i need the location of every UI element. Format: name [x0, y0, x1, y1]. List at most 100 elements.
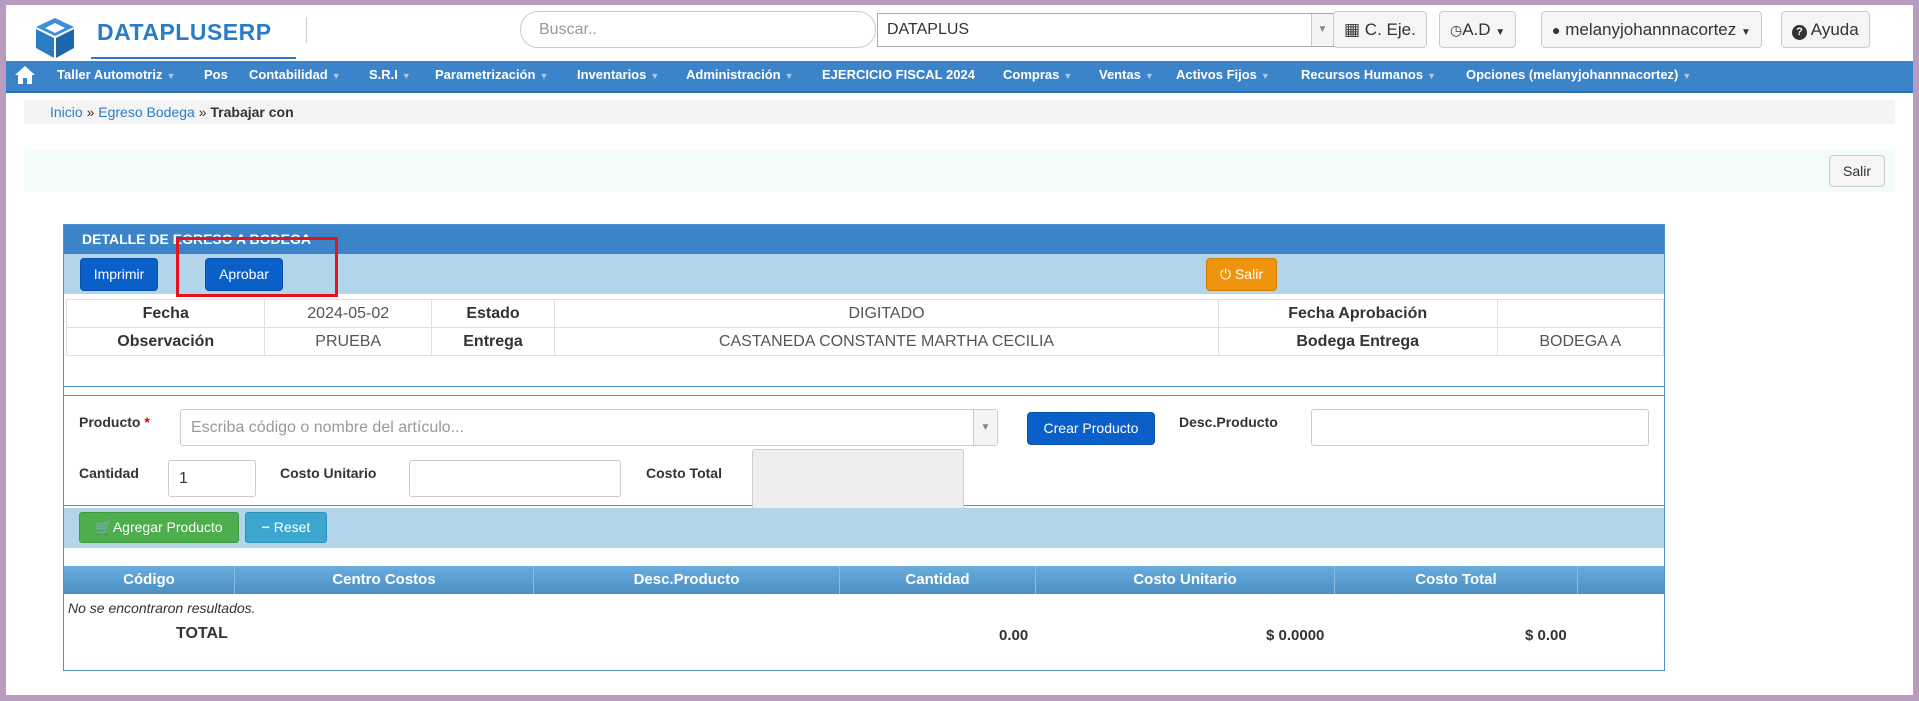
cantidad-label: Cantidad	[79, 465, 139, 481]
add-actions: 🛒Agregar Producto − Reset	[64, 508, 1664, 548]
chevron-down-icon: ▼	[973, 410, 997, 445]
brand-underline	[91, 57, 296, 59]
breadcrumb-separator: »	[198, 104, 207, 120]
breadcrumb-section-link[interactable]: Egreso Bodega	[98, 104, 195, 120]
ejercicio-button[interactable]: ▦ C. Eje.	[1333, 11, 1427, 48]
divider	[306, 17, 307, 43]
minus-icon: −	[261, 519, 270, 535]
add-product-label: Agregar Producto	[112, 519, 223, 535]
caret-down-icon: ▼	[1495, 27, 1506, 38]
column-header-desc-producto[interactable]: Desc.Producto	[534, 566, 840, 594]
entrega-label: Entrega	[430, 327, 556, 356]
main-nav: Taller Automotriz ▼ Pos Contabilidad ▼ S.R…	[6, 61, 1913, 93]
create-product-button[interactable]: Crear Producto	[1027, 412, 1155, 445]
observacion-value: PRUEBA	[264, 327, 432, 356]
costo-unitario-label: Costo Unitario	[280, 465, 377, 481]
total-costo-unitario: $ 0.0000	[1266, 627, 1325, 644]
desc-producto-input[interactable]	[1311, 409, 1649, 446]
fecha-label: Fecha	[65, 299, 266, 328]
chevron-down-icon: ▼	[1311, 14, 1333, 46]
breadcrumb-current: Trabajar con	[210, 104, 294, 120]
column-header-cantidad[interactable]: Cantidad	[840, 566, 1036, 594]
bodega-entrega-label: Bodega Entrega	[1217, 327, 1498, 356]
costo-unitario-input[interactable]	[409, 460, 621, 497]
nav-item-contabilidad[interactable]: Contabilidad ▼	[249, 67, 341, 82]
producto-input[interactable]: Escriba código o nombre del artículo... …	[180, 409, 998, 446]
user-icon: ●	[1552, 22, 1561, 38]
total-cantidad: 0.00	[999, 627, 1029, 644]
clock-icon: ◷	[1450, 22, 1463, 38]
nav-item-parametrizacion[interactable]: Parametrización ▼	[435, 67, 548, 82]
fecha-aprobacion-label: Fecha Aprobación	[1217, 299, 1498, 328]
calendar-icon: ▦	[1344, 20, 1361, 39]
brand-name[interactable]: DATAPLUSERP	[97, 19, 272, 46]
ad-button-label: A.D	[1462, 20, 1491, 39]
logo-cube-icon[interactable]	[32, 14, 78, 60]
breadcrumb-home-link[interactable]: Inicio	[50, 104, 83, 120]
page-toolbar	[24, 150, 1895, 192]
product-form: Producto * Escriba código o nombre del a…	[64, 395, 1664, 511]
observacion-label: Observación	[65, 327, 266, 356]
costo-total-label: Costo Total	[646, 465, 722, 481]
total-label: TOTAL	[176, 625, 228, 642]
breadcrumb-separator: »	[86, 104, 95, 120]
empty-message: No se encontraron resultados.	[68, 600, 256, 616]
nav-item-opciones[interactable]: Opciones (melanyjohannnacortez) ▼	[1466, 67, 1691, 82]
nav-item-administracion[interactable]: Administración ▼	[686, 67, 794, 82]
estado-value: DIGITADO	[554, 299, 1219, 328]
home-icon[interactable]	[14, 65, 36, 88]
estado-label: Estado	[430, 299, 556, 328]
nav-item-compras[interactable]: Compras ▼	[1003, 67, 1072, 82]
entrega-value: CASTANEDA CONSTANTE MARTHA CECILIA	[554, 327, 1219, 356]
detail-panel: DETALLE DE EGRESO A BODEGA Imprimir Apro…	[63, 224, 1665, 671]
company-select-value: DATAPLUS	[887, 21, 970, 38]
nav-item-activos-fijos[interactable]: Activos Fijos ▼	[1176, 67, 1270, 82]
nav-item-pos[interactable]: Pos	[204, 67, 228, 82]
cantidad-input[interactable]: 1	[168, 460, 256, 497]
search-placeholder: Buscar..	[539, 21, 597, 38]
ad-button[interactable]: ◷A.D ▼	[1439, 11, 1517, 48]
caret-down-icon: ▼	[1741, 27, 1751, 38]
breadcrumb: Inicio » Egreso Bodega » Trabajar con	[24, 100, 1895, 124]
nav-item-recursos-humanos[interactable]: Recursos Humanos ▼	[1301, 67, 1436, 82]
info-section: Fecha 2024-05-02 Estado DIGITADO Fecha A…	[64, 297, 1665, 387]
table-row: Observación PRUEBA Entrega CASTANEDA CON…	[65, 327, 1665, 356]
exit-button[interactable]: Salir	[1829, 155, 1885, 187]
question-circle-icon: ?	[1792, 25, 1807, 40]
exit-panel-label: Salir	[1234, 266, 1263, 282]
reset-label: Reset	[273, 519, 311, 535]
add-product-button[interactable]: 🛒Agregar Producto	[79, 512, 239, 543]
fecha-aprobacion-value	[1496, 299, 1665, 328]
bodega-entrega-value: BODEGA A	[1496, 327, 1665, 356]
desc-producto-label: Desc.Producto	[1179, 414, 1278, 430]
column-header-codigo[interactable]: Código	[64, 566, 235, 594]
nav-item-inventarios[interactable]: Inventarios ▼	[577, 67, 659, 82]
user-menu-label: melanyjohannnacortez	[1565, 20, 1737, 39]
cart-icon: 🛒	[95, 519, 113, 535]
user-menu-button[interactable]: ● melanyjohannnacortez ▼	[1541, 11, 1762, 48]
print-button[interactable]: Imprimir	[80, 258, 158, 291]
highlight-box	[176, 237, 338, 297]
total-costo-total: $ 0.00	[1525, 627, 1567, 644]
nav-item-ventas[interactable]: Ventas ▼	[1099, 67, 1154, 82]
nav-item-sri[interactable]: S.R.I ▼	[369, 67, 411, 82]
grid-header: Código Centro Costos Desc.Producto Canti…	[64, 566, 1664, 594]
producto-placeholder: Escriba código o nombre del artículo...	[191, 419, 465, 436]
reset-button[interactable]: − Reset	[245, 512, 327, 543]
info-table: Fecha 2024-05-02 Estado DIGITADO Fecha A…	[65, 299, 1665, 356]
help-button[interactable]: ? Ayuda	[1781, 11, 1870, 48]
table-row: Fecha 2024-05-02 Estado DIGITADO Fecha A…	[65, 299, 1665, 328]
nav-item-taller-automotriz[interactable]: Taller Automotriz ▼	[57, 67, 175, 82]
column-header-centro-costos[interactable]: Centro Costos	[235, 566, 534, 594]
fecha-value: 2024-05-02	[264, 299, 432, 328]
company-select[interactable]: DATAPLUS ▼	[877, 13, 1334, 47]
nav-item-ejercicio-fiscal[interactable]: EJERCICIO FISCAL 2024	[822, 67, 975, 82]
power-icon: ⏻	[1220, 266, 1232, 282]
costo-total-textarea[interactable]	[752, 449, 964, 511]
top-bar: DATAPLUSERP Buscar.. DATAPLUS ▼ ▦ C. Eje…	[6, 5, 1913, 59]
ejercicio-button-label: C. Eje.	[1364, 20, 1416, 39]
column-header-costo-total[interactable]: Costo Total	[1335, 566, 1578, 594]
column-header-costo-unitario[interactable]: Costo Unitario	[1036, 566, 1335, 594]
search-input[interactable]: Buscar..	[520, 11, 876, 48]
exit-panel-button[interactable]: ⏻ Salir	[1206, 258, 1277, 291]
